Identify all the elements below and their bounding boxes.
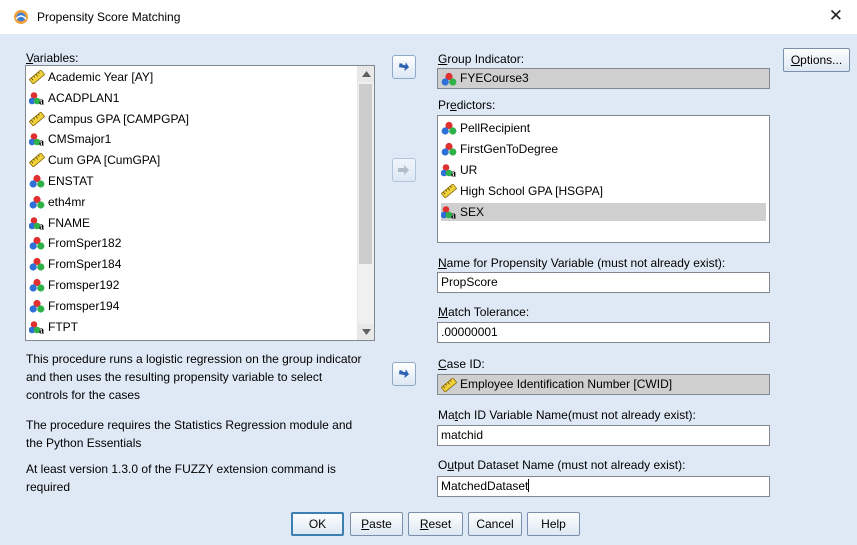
group-indicator-value: FYECourse3 <box>460 71 529 85</box>
nominal-string-icon <box>29 91 45 105</box>
info-requirements: The procedure requires the Statistics Re… <box>26 418 353 450</box>
list-item-label: FNAME <box>48 215 90 230</box>
list-item-label: FromSper182 <box>48 236 122 251</box>
list-item[interactable]: UR <box>441 161 477 179</box>
nominal-string-icon <box>29 216 45 230</box>
list-item-label: SEX <box>460 205 485 219</box>
variables-label: Variables: <box>26 51 79 65</box>
arrow-right-icon <box>398 62 410 72</box>
list-item[interactable]: SEX <box>441 203 766 221</box>
options-button[interactable]: Options... <box>783 48 850 72</box>
list-item-label: Cum GPA [CumGPA] <box>48 153 161 168</box>
arrow-right-icon <box>398 369 410 379</box>
list-item[interactable]: Academic Year [AY] <box>29 68 153 86</box>
nominal-string-icon <box>29 320 45 334</box>
list-item-label: Fromsper192 <box>48 278 120 292</box>
output-dataset-label: Output Dataset Name (must not already ex… <box>438 458 686 472</box>
variables-list[interactable]: Academic Year [AY] ACADPLAN1 Campus GPA [C… <box>25 65 375 341</box>
nominal-string-icon <box>441 163 457 177</box>
list-item-label: UR <box>460 163 478 177</box>
close-icon[interactable]: ✕ <box>829 6 843 26</box>
list-item[interactable]: FirstGenToDegree <box>441 140 558 158</box>
text-caret <box>528 479 530 492</box>
list-item[interactable]: FTPT <box>29 318 78 336</box>
paste-button[interactable]: Paste <box>350 512 403 536</box>
output-dataset-input[interactable]: MatchedDataset <box>437 476 770 497</box>
nominal-icon <box>29 257 45 271</box>
list-item-label: eth4mr <box>48 194 86 209</box>
list-item[interactable]: eth4mr <box>29 193 85 211</box>
propensity-name-label: Name for Propensity Variable (must not a… <box>438 256 726 270</box>
list-item[interactable]: Fromsper194 <box>29 297 119 315</box>
move-to-caseid-button[interactable] <box>392 362 416 386</box>
ok-button[interactable]: OK <box>291 512 344 536</box>
move-to-group-button[interactable] <box>392 55 416 79</box>
list-item[interactable]: FNAME <box>29 214 90 232</box>
info-version: At least version 1.3.0 of the FUZZY exte… <box>26 462 336 494</box>
propensity-name-input[interactable]: PropScore <box>437 272 770 293</box>
group-indicator-field[interactable]: FYECourse3 <box>437 68 770 89</box>
output-dataset-value: MatchedDataset <box>441 479 529 493</box>
list-item-label: FTPT <box>48 319 78 334</box>
match-tolerance-label: Match Tolerance: <box>438 305 530 319</box>
list-item[interactable]: CMSmajor1 <box>29 130 111 148</box>
nominal-icon <box>29 278 45 292</box>
list-item[interactable]: Cum GPA [CumGPA] <box>29 151 160 169</box>
scroll-down-icon[interactable] <box>358 324 374 340</box>
list-item-label: ACADPLAN1 <box>48 90 120 105</box>
nominal-icon <box>441 121 457 135</box>
scroll-thumb[interactable] <box>359 84 372 264</box>
scale-icon <box>29 112 45 126</box>
list-item-label: Campus GPA [CAMPGPA] <box>48 111 189 126</box>
list-item-label: Fromsper194 <box>48 298 120 313</box>
scale-icon <box>29 153 45 167</box>
list-item[interactable]: ACADPLAN1 <box>29 89 119 107</box>
window-title: Propensity Score Matching <box>37 10 181 24</box>
case-id-label: Case ID: <box>438 357 485 371</box>
list-item[interactable]: PellRecipient <box>441 119 530 137</box>
match-id-input[interactable]: matchid <box>437 425 770 446</box>
list-item[interactable]: ENSTAT <box>29 172 94 190</box>
scale-icon <box>29 70 45 84</box>
scale-icon <box>441 184 457 198</box>
list-item-label: CMSmajor1 <box>48 132 112 147</box>
app-icon <box>14 10 28 24</box>
nominal-icon <box>441 142 457 156</box>
nominal-icon <box>29 236 45 250</box>
reset-button[interactable]: Reset <box>408 512 463 536</box>
group-indicator-label: Group Indicator: <box>438 52 525 66</box>
scale-icon <box>441 378 457 392</box>
list-item-label: High School GPA [HSGPA] <box>460 184 603 198</box>
variables-scrollbar[interactable] <box>357 66 374 340</box>
list-item[interactable]: High School GPA [HSGPA] <box>441 182 603 200</box>
predictors-list[interactable]: PellRecipient FirstGenToDegree UR High Scho… <box>437 115 770 243</box>
list-item[interactable]: FromSper182 <box>29 234 121 252</box>
title-bar: Propensity Score Matching ✕ <box>0 0 857 34</box>
info-description: This procedure runs a logistic regressio… <box>26 352 362 402</box>
nominal-icon <box>29 174 45 188</box>
case-id-field[interactable]: Employee Identification Number [CWID] <box>437 374 770 395</box>
list-item-label: Academic Year [AY] <box>48 70 154 84</box>
cancel-button[interactable]: Cancel <box>468 512 522 536</box>
nominal-icon <box>29 195 45 209</box>
case-id-value: Employee Identification Number [CWID] <box>460 377 673 391</box>
arrow-right-icon <box>398 165 409 175</box>
help-button[interactable]: Help <box>527 512 580 536</box>
list-item-label: ENSTAT <box>48 174 94 188</box>
list-item[interactable]: Campus GPA [CAMPGPA] <box>29 110 189 128</box>
scroll-up-icon[interactable] <box>358 66 374 82</box>
list-item[interactable]: Fromsper192 <box>29 276 119 294</box>
list-item-label: FirstGenToDegree <box>460 142 559 156</box>
match-tolerance-input[interactable]: .00000001 <box>437 322 770 343</box>
nominal-string-icon <box>29 132 45 146</box>
list-item[interactable]: FromSper184 <box>29 255 121 273</box>
predictors-label: Predictors: <box>438 98 496 112</box>
list-item-label: FromSper184 <box>48 257 122 272</box>
match-id-label: Match ID Variable Name(must not already … <box>438 408 696 422</box>
nominal-string-icon <box>441 205 457 219</box>
nominal-icon <box>441 72 457 86</box>
move-to-predictors-button[interactable] <box>392 158 416 182</box>
list-item-label: PellRecipient <box>460 121 531 135</box>
nominal-icon <box>29 299 45 313</box>
